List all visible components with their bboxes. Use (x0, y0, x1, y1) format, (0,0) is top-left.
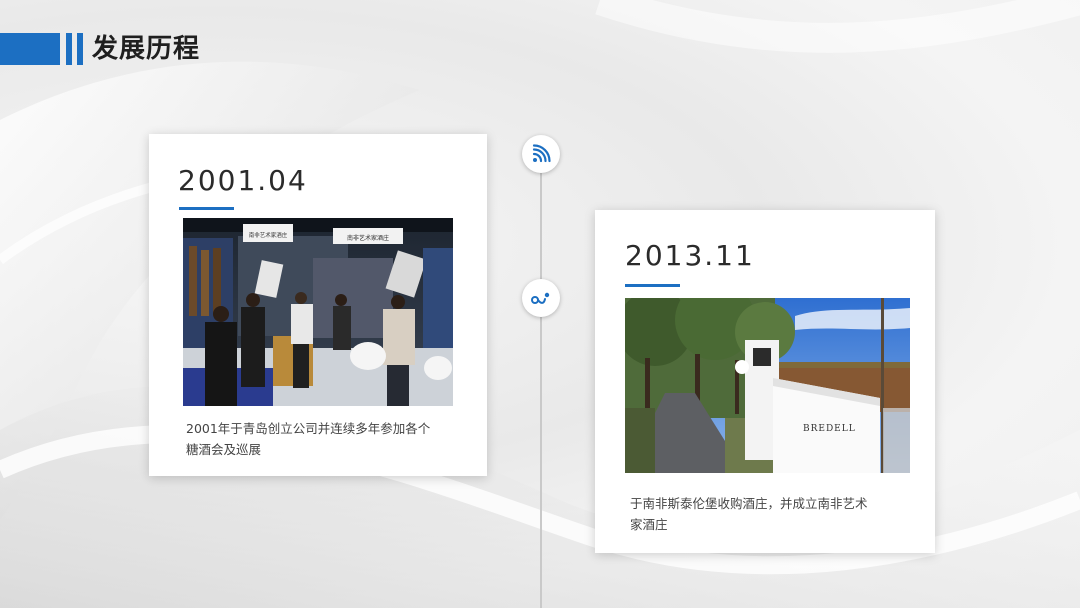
link-icon (531, 292, 550, 304)
timeline-line (540, 135, 542, 608)
header-accent-stripe (66, 33, 72, 65)
event-photo: 南非艺术家酒庄 南非艺术家酒庄 (183, 218, 453, 406)
description-line: 家酒庄 (630, 517, 668, 532)
wine-exhibition-booth-photo: 南非艺术家酒庄 南非艺术家酒庄 (183, 218, 453, 406)
timeline-node (522, 135, 560, 173)
description-line: 于南非斯泰伦堡收购酒庄，并成立南非艺术 (630, 496, 868, 511)
description-line: 2001年于青岛创立公司并连续多年参加各个 (186, 421, 431, 436)
event-date: 2013.11 (625, 239, 755, 272)
timeline-node (522, 279, 560, 317)
description-line: 糖酒会及巡展 (186, 442, 262, 457)
timeline-card: 2001.04 南非艺术家酒庄 南非艺术家酒庄 2001年于青岛创立公司并连续多… (149, 134, 487, 476)
header-accent-bar (0, 33, 60, 65)
event-photo: BREDELL (625, 298, 910, 473)
wifi-signal-icon (532, 144, 551, 163)
date-underline (179, 207, 234, 210)
timeline-card: 2013.11 BREDELL 于南非斯泰伦堡收购酒庄，并成立南非艺术 家酒庄 (595, 210, 935, 553)
event-description: 2001年于青岛创立公司并连续多年参加各个 糖酒会及巡展 (186, 418, 456, 460)
event-date: 2001.04 (178, 164, 308, 197)
event-description: 于南非斯泰伦堡收购酒庄，并成立南非艺术 家酒庄 (630, 493, 910, 535)
page-title: 发展历程 (92, 34, 201, 64)
booth-sign: 南非艺术家酒庄 (249, 231, 288, 239)
vineyard-estate-sign-photo: BREDELL (625, 298, 910, 473)
date-underline (625, 284, 680, 287)
estate-sign: BREDELL (803, 424, 856, 434)
header-accent-stripe (77, 33, 83, 65)
booth-sign: 南非艺术家酒庄 (347, 234, 389, 242)
